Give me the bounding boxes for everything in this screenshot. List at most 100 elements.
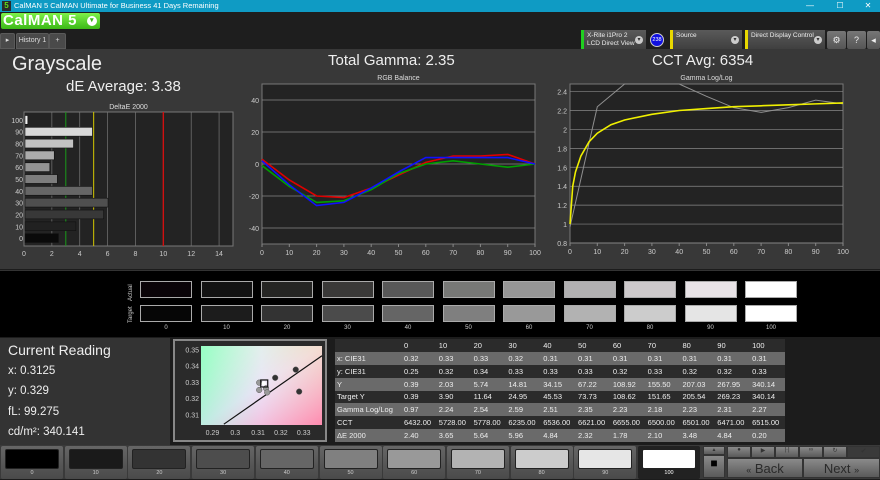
meter-selector[interactable]: X-Rite i1Pro 2 LCD Direct View ▾ xyxy=(581,30,646,50)
chart-title: RGB Balance xyxy=(377,75,420,82)
reading-fl: fL: 99.275 xyxy=(8,406,60,418)
source-selector[interactable]: Source ▾ xyxy=(670,30,742,50)
y-tick-label: 1.2 xyxy=(557,203,567,210)
target-swatch xyxy=(745,305,797,322)
patch-label: 20 xyxy=(156,470,163,476)
x-tick-label: 70 xyxy=(757,249,765,256)
y-tick-label: 0.31 xyxy=(185,412,199,419)
patch-label: 90 xyxy=(602,470,609,476)
check-icon[interactable]: ✔ xyxy=(847,446,880,458)
stop-square-button[interactable]: ■ xyxy=(703,455,725,478)
table-cell: 6471.00 xyxy=(717,418,745,428)
x-tick-label: 50 xyxy=(395,250,403,257)
eject-icon[interactable]: ▲ xyxy=(703,446,725,455)
table-cell: 11.64 xyxy=(473,392,492,402)
refresh-icon[interactable]: ↻ xyxy=(823,446,847,458)
play-icon[interactable]: ▶ xyxy=(751,446,775,458)
patch-color xyxy=(578,449,633,469)
patch-button[interactable]: 20 xyxy=(128,446,191,479)
step-icon[interactable]: |·| xyxy=(775,446,799,458)
row-label: Gamma Log/Log xyxy=(337,405,393,415)
back-button[interactable]: « Back xyxy=(727,458,803,478)
measurement-table: 0 10 20 30 40 50 60 70 80 90 100 x: CIE31 0.32 0.33 0.… xyxy=(335,339,785,442)
meter-badge[interactable]: 238 xyxy=(650,33,664,47)
column-header: 60 xyxy=(612,340,622,350)
target-swatch xyxy=(321,305,374,322)
table-cell: 0.34 xyxy=(473,366,489,376)
patch-button[interactable]: 90 xyxy=(574,446,637,479)
patch-button[interactable]: 0 xyxy=(1,446,63,479)
deltae-bar xyxy=(24,186,93,196)
patch-label: 60 xyxy=(411,470,418,476)
actual-swatch xyxy=(684,281,737,298)
swatch-label: 70 xyxy=(586,325,593,331)
patch-button[interactable]: 60 xyxy=(383,446,446,479)
maximize-button[interactable]: ☐ xyxy=(830,0,850,12)
table-row: Y 0.39 2.03 5.74 14.81 34.15 67.22 108.92 155.50… xyxy=(335,377,785,391)
table-cell: 207.03 xyxy=(682,379,706,389)
minimize-button[interactable]: — xyxy=(800,0,820,12)
gamma-chart: Gamma Log/Log 0.8 1 1.2 1.4 1.6 1.8 2 2.2 2.4 0 10 2… xyxy=(557,75,849,256)
x-tick-label: 4 xyxy=(78,251,82,258)
patch-button[interactable]: 30 xyxy=(192,446,255,479)
next-button[interactable]: Next » xyxy=(803,458,880,478)
display-control-selector[interactable]: Direct Display Control ▾ xyxy=(745,30,825,50)
patch-button[interactable]: 100 xyxy=(638,446,700,479)
y-tick-label: 0.8 xyxy=(557,241,567,248)
stop-icon[interactable]: ● xyxy=(727,446,751,458)
row-label: CCT xyxy=(337,418,353,428)
patch-color xyxy=(259,449,314,469)
reading-x: x: 0.3125 xyxy=(8,365,56,377)
y-tick-label: -20 xyxy=(249,194,259,201)
close-button[interactable]: ✕ xyxy=(858,0,878,12)
patch-color xyxy=(642,449,696,469)
table-cell: 267.95 xyxy=(717,379,741,389)
collapse-icon[interactable]: ◂ xyxy=(867,31,880,49)
table-cell: 6501.00 xyxy=(682,418,710,428)
help-icon[interactable]: ? xyxy=(847,31,866,49)
target-swatch xyxy=(261,305,313,322)
table-cell: 2.24 xyxy=(438,405,454,415)
tab-history-1[interactable]: History 1 xyxy=(16,33,49,49)
y-tick-label: 0.32 xyxy=(185,396,199,403)
next-icon: » xyxy=(854,465,860,475)
x-tick-label: 30 xyxy=(648,249,656,256)
table-cell: 2.18 xyxy=(647,405,663,415)
y-tick-label: 60 xyxy=(15,165,23,172)
swatch-label: 90 xyxy=(707,325,714,331)
swatch-comparison-panel: Actual Target 0 10 20 30 40 50 60 70 80 90 100 xyxy=(0,270,880,337)
add-tab-button[interactable]: + xyxy=(49,33,66,49)
table-cell: 2.40 xyxy=(403,431,419,441)
deltae-bar xyxy=(24,115,29,125)
patch-button[interactable]: 80 xyxy=(510,446,573,479)
table-cell: 6500.00 xyxy=(647,418,675,428)
table-cell: 0.39 xyxy=(403,379,419,389)
measurement-point xyxy=(264,389,271,396)
back-label: Back xyxy=(754,461,784,476)
table-cell: 14.81 xyxy=(508,379,528,389)
y-tick-label: 70 xyxy=(15,153,23,160)
actual-swatch xyxy=(624,281,676,298)
play-tab-button[interactable]: ▸ xyxy=(0,33,15,49)
patch-label: 10 xyxy=(92,470,99,476)
table-cell: 0.32 xyxy=(612,366,628,376)
loop-icon[interactable]: ∞ xyxy=(799,446,823,458)
patch-button[interactable]: 50 xyxy=(319,446,382,479)
patch-button[interactable]: 10 xyxy=(64,446,127,479)
x-tick-label: 20 xyxy=(313,250,321,257)
table-row: ΔE 2000 2.40 3.65 5.64 5.96 4.84 2.32 1.78 2.10 3… xyxy=(335,429,785,442)
table-cell: 2.54 xyxy=(473,405,489,415)
patch-button[interactable]: 70 xyxy=(446,446,509,479)
table-cell: 6621.00 xyxy=(578,418,606,428)
measurement-point xyxy=(256,386,263,394)
chart-title: DeltaE 2000 xyxy=(109,104,148,111)
table-cell: 0.32 xyxy=(717,366,732,376)
chevron-down-icon: ▾ xyxy=(814,36,822,44)
x-tick-label: 70 xyxy=(449,250,457,257)
display-label: Direct Display Control xyxy=(751,32,814,39)
table-cell: 0.33 xyxy=(578,366,593,376)
table-cell: 3.48 xyxy=(682,431,698,441)
gear-icon[interactable]: ⚙ xyxy=(827,31,846,49)
calman-logo-menu[interactable]: CalMAN 5 ▾ xyxy=(1,13,100,29)
patch-button[interactable]: 40 xyxy=(255,446,318,479)
